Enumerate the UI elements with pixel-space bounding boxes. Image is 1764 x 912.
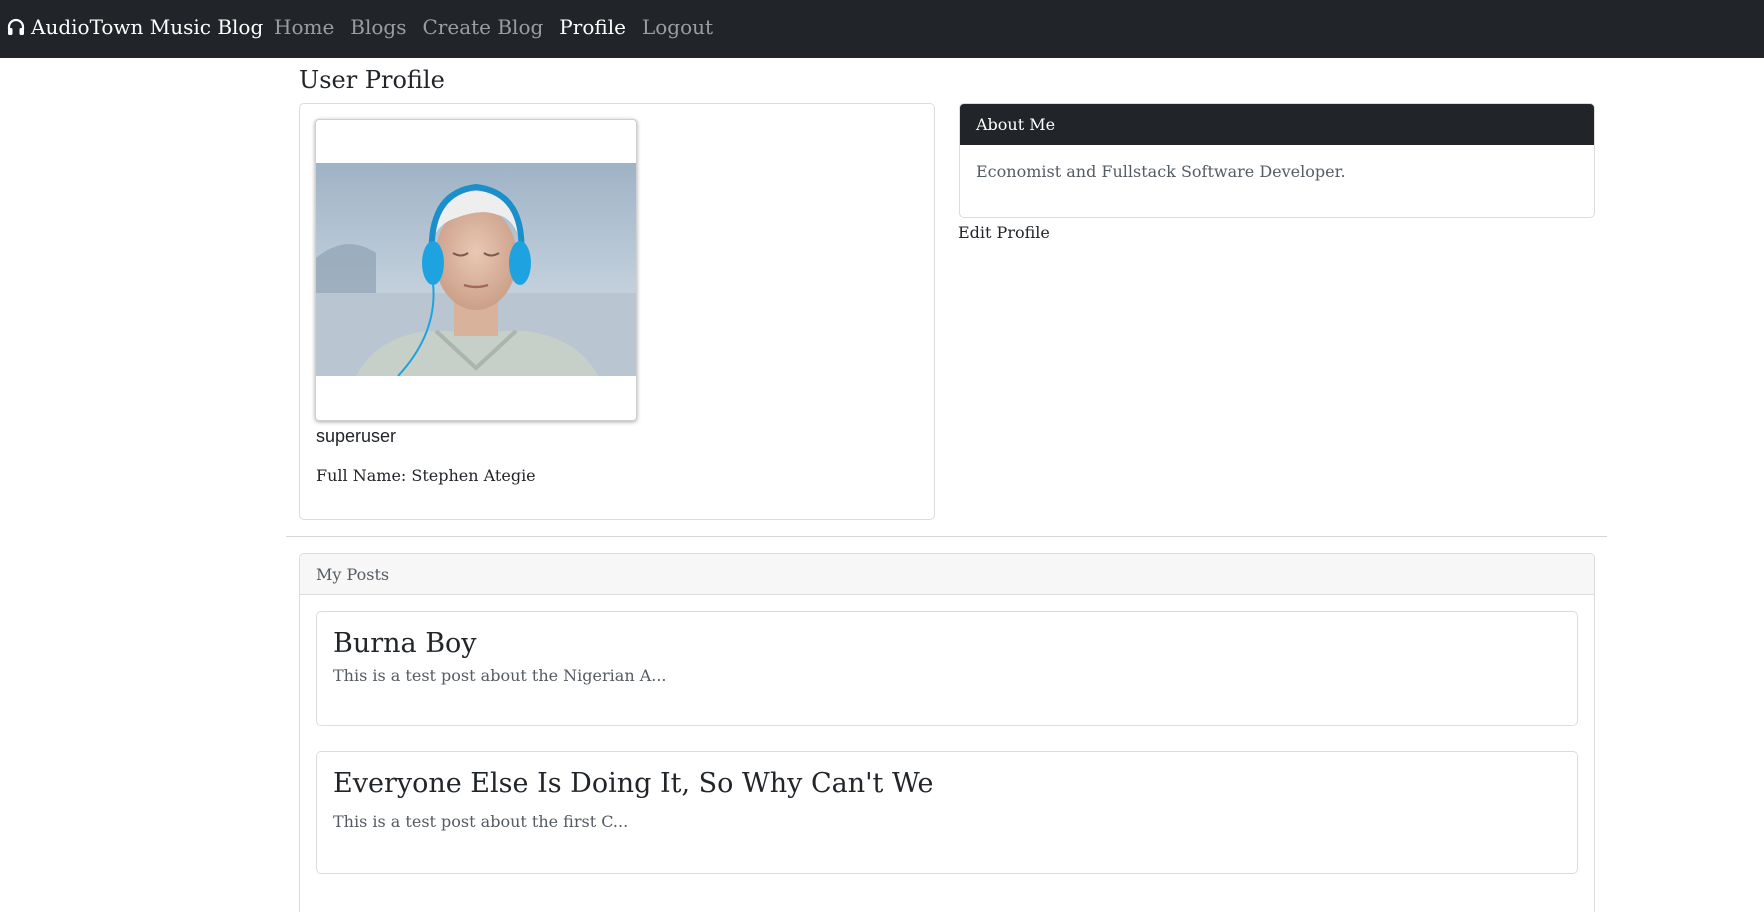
- about-header: About Me: [960, 104, 1594, 145]
- post-excerpt: This is a test post about the first C...: [333, 812, 629, 831]
- avatar-frame: [315, 119, 637, 421]
- post-card[interactable]: Everyone Else Is Doing It, So Why Can't …: [316, 751, 1578, 874]
- brand-link[interactable]: AudioTown Music Blog: [6, 14, 263, 40]
- edit-profile-link[interactable]: Edit Profile: [958, 222, 1050, 244]
- navbar: AudioTown Music Blog Home Blogs Create B…: [0, 0, 1764, 58]
- nav-create-blog-link[interactable]: Create Blog: [423, 14, 544, 40]
- post-title[interactable]: Everyone Else Is Doing It, So Why Can't …: [333, 766, 1561, 802]
- username: superuser: [316, 426, 397, 446]
- nav-links: Home Blogs Create Blog Profile Logout: [274, 14, 713, 40]
- post-excerpt: This is a test post about the Nigerian A…: [333, 666, 667, 685]
- post-title[interactable]: Burna Boy: [333, 626, 1561, 662]
- avatar-image: [316, 163, 636, 376]
- brand-name: AudioTown Music Blog: [31, 15, 264, 39]
- full-name: Full Name: Stephen Ategie: [316, 466, 536, 485]
- post-card[interactable]: Burna Boy This is a test post about the …: [316, 611, 1578, 726]
- nav-home-link[interactable]: Home: [274, 14, 334, 40]
- about-body: Economist and Fullstack Software Develop…: [976, 162, 1346, 181]
- section-divider: [286, 536, 1607, 537]
- page-title: User Profile: [299, 66, 445, 94]
- posts-header: My Posts: [300, 554, 1594, 595]
- about-card: About Me Economist and Fullstack Softwar…: [959, 103, 1595, 218]
- profile-card: superuser Full Name: Stephen Ategie: [299, 103, 935, 520]
- nav-profile-link[interactable]: Profile: [559, 14, 626, 40]
- posts-card: My Posts Burna Boy This is a test post a…: [299, 553, 1595, 912]
- nav-logout-link[interactable]: Logout: [642, 14, 713, 40]
- headphones-icon: [7, 18, 25, 35]
- nav-blogs-link[interactable]: Blogs: [350, 14, 406, 40]
